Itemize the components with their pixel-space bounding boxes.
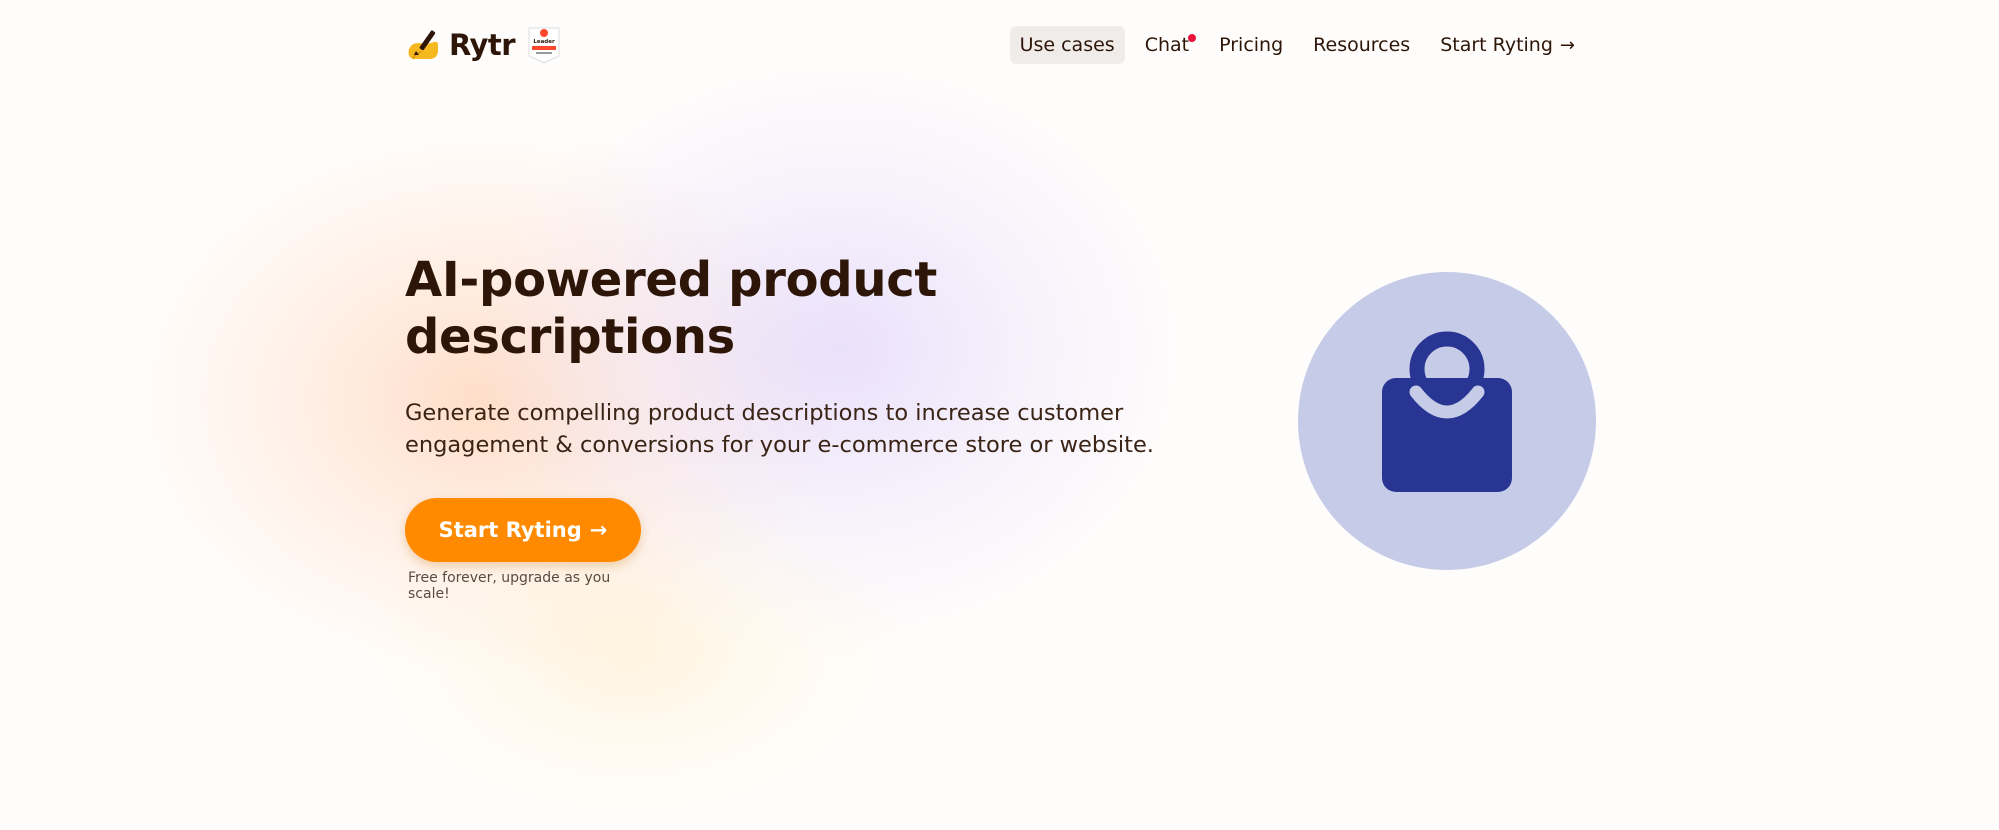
nav-label-chat: Chat: [1144, 34, 1190, 56]
writing-hand-icon: [408, 30, 438, 60]
shopping-bag-icon: [1382, 331, 1512, 492]
nav-label-resources: Resources: [1313, 34, 1411, 56]
nav-resources[interactable]: Resources: [1303, 26, 1420, 64]
nav-pricing[interactable]: Pricing: [1209, 26, 1293, 64]
main-nav: Use cases Chat Pricing Resources Start R…: [1009, 26, 1585, 64]
notification-dot: [1188, 34, 1197, 42]
nav-start-ryting[interactable]: Start Ryting →: [1430, 26, 1585, 64]
badge-label: Leader: [533, 39, 555, 45]
hero-title: AI-powered product descriptions: [405, 252, 937, 365]
g2-leader-badge-icon: Leader: [528, 27, 560, 64]
brand-name: Rytr: [449, 28, 516, 62]
start-ryting-button[interactable]: Start Ryting →: [405, 498, 641, 562]
nav-label-pricing: Pricing: [1219, 34, 1284, 56]
product-illustration: [1298, 272, 1596, 570]
nav-use-cases[interactable]: Use cases: [1009, 26, 1125, 64]
arrow-right-icon: →: [589, 518, 608, 542]
site-header: Rytr Leader Use cases Chat Pricing Resou…: [405, 22, 1585, 68]
brand: Rytr Leader: [405, 26, 561, 64]
cta-label: Start Ryting: [438, 518, 582, 542]
nav-chat[interactable]: Chat: [1135, 26, 1199, 64]
nav-label-start-ryting: Start Ryting: [1440, 34, 1553, 56]
cta-note: Free forever, upgrade as you scale!: [408, 570, 611, 602]
hero-subtitle: Generate compelling product descriptions…: [405, 400, 1154, 458]
logo-link[interactable]: Rytr: [405, 27, 516, 63]
nav-label-use-cases: Use cases: [1019, 34, 1115, 56]
arrow-right-icon: →: [1559, 34, 1575, 56]
